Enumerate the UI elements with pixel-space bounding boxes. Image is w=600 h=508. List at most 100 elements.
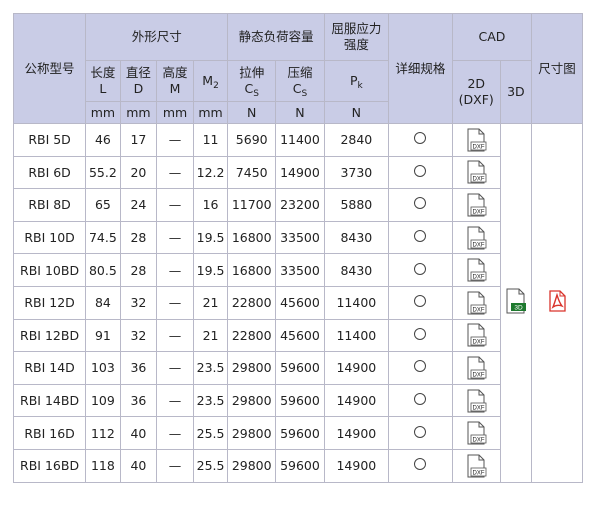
model-cell: RBI 12BD <box>12 318 87 353</box>
header-yield: 屈服应力强度 <box>323 13 389 61</box>
circle-icon[interactable] <box>414 164 427 177</box>
model-cell: RBI 16D <box>12 416 87 450</box>
value-cell-cs-t: 11700 <box>227 188 277 222</box>
circle-icon[interactable] <box>414 327 427 340</box>
unit-diameter: mm <box>119 101 158 124</box>
value-cell-cs-t: 29800 <box>227 416 277 450</box>
table-row: RBI 6D 55.2 20—12.2 7450 14900 3730 DXF <box>12 155 583 190</box>
dxf-file-icon[interactable]: DXF <box>465 193 487 217</box>
table-row: RBI 10D 74.5 28—19.5 16800 33500 8430 DXF <box>12 220 583 255</box>
header-outer-dims: 外形尺寸 <box>85 13 229 61</box>
value-cell-pk: 14900 <box>323 351 389 385</box>
circle-icon[interactable] <box>414 230 427 243</box>
value-cell-m2: 25.5 <box>192 448 229 483</box>
pdf-svg <box>549 290 566 312</box>
header-drawing: 尺寸图 <box>531 13 583 124</box>
value-cell-cs-c: 45600 <box>275 285 325 320</box>
drawing-link-cell[interactable] <box>531 123 583 483</box>
model-cell: RBI 12D <box>12 285 87 320</box>
header-2d-dxf: 2D (DXF) <box>451 60 501 124</box>
value-cell-cs-t: 22800 <box>227 318 277 353</box>
dxf-text: DXF <box>473 307 485 313</box>
value-cell-cs-c: 14900 <box>275 155 325 190</box>
spec-link-cell[interactable] <box>387 318 453 353</box>
header-pk: Pk <box>323 60 389 102</box>
circle-icon[interactable] <box>414 458 427 471</box>
spec-link-cell[interactable] <box>387 188 453 222</box>
value-cell-pk: 3730 <box>323 155 389 190</box>
spec-link-cell[interactable] <box>387 123 453 157</box>
model-cell: RBI 10BD <box>12 253 87 287</box>
spec-link-cell[interactable] <box>387 285 453 320</box>
circle-icon[interactable] <box>414 295 427 308</box>
dxf-link-cell[interactable]: DXF <box>451 123 501 157</box>
3d-file-icon[interactable]: 3D <box>504 288 528 317</box>
dxf-text: DXF <box>473 275 485 281</box>
dxf-text: DXF <box>473 209 485 215</box>
dxf-file-icon[interactable]: DXF <box>465 160 487 184</box>
dxf-link-cell[interactable]: DXF <box>451 351 501 385</box>
header-cad: CAD <box>451 13 533 61</box>
dxf-file-icon[interactable]: DXF <box>465 421 487 445</box>
value-cell-m2: 21 <box>192 285 229 320</box>
value-cell-m2: 25.5 <box>192 416 229 450</box>
circle-icon[interactable] <box>414 360 427 373</box>
value-cell-m2: 23.5 <box>192 383 229 418</box>
pdf-icon[interactable] <box>547 290 567 315</box>
value-cell-m2: 21 <box>192 318 229 353</box>
table-body: RBI 5D 46 17—11 5690 11400 2840 DXF 3D RBI 6D 55.… <box>12 123 583 483</box>
value-cell-d: 24 <box>119 188 158 222</box>
spec-link-cell[interactable] <box>387 448 453 483</box>
dxf-file-icon[interactable]: DXF <box>465 226 487 250</box>
dxf-file-icon[interactable]: DXF <box>465 258 487 282</box>
value-cell-l: 91 <box>85 318 121 353</box>
dxf-file-icon[interactable]: DXF <box>465 291 487 315</box>
dxf-file-icon[interactable]: DXF <box>465 128 487 152</box>
spec-link-cell[interactable] <box>387 253 453 287</box>
value-cell-cs-t: 29800 <box>227 351 277 385</box>
dxf-file-icon[interactable]: DXF <box>465 389 487 413</box>
dxf-link-cell[interactable]: DXF <box>451 318 501 353</box>
spec-link-cell[interactable] <box>387 220 453 255</box>
unit-m2: mm <box>192 101 229 124</box>
table-row: RBI 16BD 118 40—25.5 29800 59600 14900 DXF <box>12 448 583 483</box>
dxf-link-cell[interactable]: DXF <box>451 285 501 320</box>
circle-icon[interactable] <box>414 393 427 406</box>
header-m2: M2 <box>192 60 229 102</box>
value-cell-d: 20 <box>119 155 158 190</box>
circle-icon[interactable] <box>414 425 427 438</box>
spec-link-cell[interactable] <box>387 155 453 190</box>
circle-icon[interactable] <box>414 262 427 275</box>
dxf-text: DXF <box>473 470 485 476</box>
value-cell-m: — <box>156 285 194 320</box>
header-static-load: 静态负荷容量 <box>227 13 325 61</box>
value-cell-cs-t: 22800 <box>227 285 277 320</box>
dxf-file-icon[interactable]: DXF <box>465 356 487 380</box>
table-row: RBI 5D 46 17—11 5690 11400 2840 DXF 3D <box>12 123 583 483</box>
value-cell-pk: 8430 <box>323 253 389 287</box>
circle-icon[interactable] <box>414 197 427 210</box>
dxf-link-cell[interactable]: DXF <box>451 253 501 287</box>
value-cell-l: 103 <box>85 351 121 385</box>
spec-link-cell[interactable] <box>387 383 453 418</box>
circle-icon[interactable] <box>414 132 427 145</box>
dxf-link-cell[interactable]: DXF <box>451 188 501 222</box>
header-tension: 拉伸 CS <box>227 60 277 102</box>
dxf-link-cell[interactable]: DXF <box>451 155 501 190</box>
dxf-link-cell[interactable]: DXF <box>451 383 501 418</box>
3d-link-cell[interactable]: 3D <box>499 123 533 483</box>
spec-link-cell[interactable] <box>387 416 453 450</box>
unit-compress: N <box>275 101 325 124</box>
value-cell-d: 28 <box>119 253 158 287</box>
dxf-link-cell[interactable]: DXF <box>451 416 501 450</box>
value-cell-cs-c: 59600 <box>275 416 325 450</box>
dxf-file-icon[interactable]: DXF <box>465 323 487 347</box>
spec-link-cell[interactable] <box>387 351 453 385</box>
table-row: RBI 12BD 91 32—21 22800 45600 11400 DXF <box>12 318 583 353</box>
value-cell-cs-c: 33500 <box>275 220 325 255</box>
dxf-link-cell[interactable]: DXF <box>451 448 501 483</box>
dxf-link-cell[interactable]: DXF <box>451 220 501 255</box>
dxf-file-icon[interactable]: DXF <box>465 454 487 478</box>
model-cell: RBI 8D <box>12 188 87 222</box>
value-cell-l: 80.5 <box>85 253 121 287</box>
